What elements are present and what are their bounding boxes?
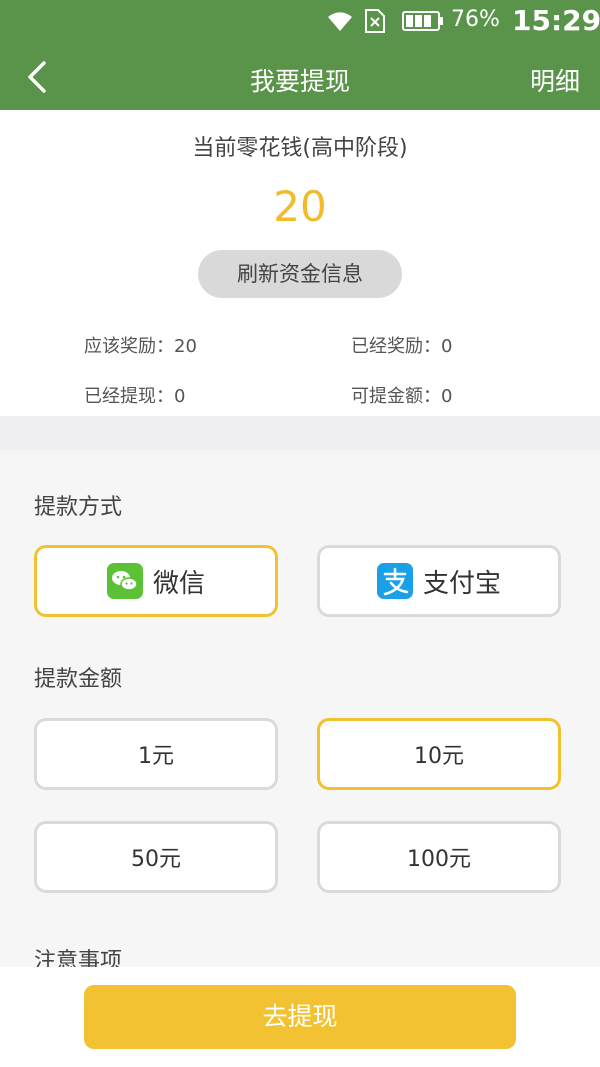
stat-withdrawn: 已经提现：0 — [84, 386, 186, 407]
bottom-action-bar: 去提现 — [0, 967, 600, 1067]
amount-option-10[interactable]: 10元 — [317, 718, 561, 790]
refresh-funds-button[interactable]: 刷新资金信息 — [198, 250, 402, 298]
withdraw-button[interactable]: 去提现 — [84, 985, 516, 1049]
payment-label: 支付宝 — [422, 568, 501, 599]
payment-method-title: 提款方式 — [34, 495, 123, 520]
amount-option-100[interactable]: 100元 — [317, 821, 561, 893]
stat-available: 可提金额：0 — [351, 386, 453, 407]
payment-label: 微信 — [152, 568, 205, 599]
battery-percent: 76% — [451, 7, 500, 32]
amount-option-50[interactable]: 50元 — [34, 821, 278, 893]
detail-link[interactable]: 明细 — [530, 62, 580, 98]
section-divider — [0, 416, 600, 450]
payment-option-wechat[interactable]: 微信 — [34, 545, 278, 617]
status-bar: 76% 15:29 — [0, 0, 600, 44]
no-sim-icon — [365, 9, 385, 33]
page-title: 我要提现 — [249, 67, 350, 96]
stat-given-reward: 已经奖励：0 — [351, 336, 453, 357]
allowance-summary: 当前零花钱(高中阶段) 20 刷新资金信息 应该奖励：20 已经奖励：0 已经提… — [0, 110, 600, 416]
wifi-icon — [328, 12, 352, 31]
payment-option-alipay[interactable]: 支付宝 — [317, 545, 561, 617]
alipay-icon — [376, 563, 413, 599]
allowance-amount: 20 — [273, 182, 327, 231]
title-bar: 我要提现 明细 — [0, 44, 600, 110]
stat-due-reward: 应该奖励：20 — [84, 336, 197, 357]
withdraw-amount-title: 提款金额 — [34, 667, 123, 692]
battery-icon — [402, 11, 443, 31]
wechat-icon — [106, 563, 143, 599]
amount-option-1[interactable]: 1元 — [34, 718, 278, 790]
clock: 15:29 — [512, 4, 600, 37]
allowance-label: 当前零花钱(高中阶段) — [192, 136, 408, 161]
